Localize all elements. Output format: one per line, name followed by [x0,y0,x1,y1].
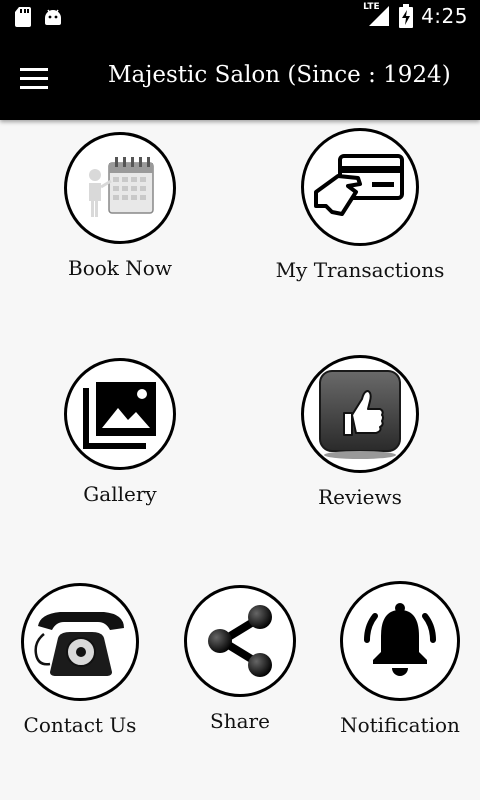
tile-label: Contact Us [23,713,137,737]
signal-icon: LTE [363,2,391,28]
tile-reviews[interactable]: Reviews [300,355,420,509]
calendar-booking-icon [64,132,176,244]
bell-icon [340,581,460,701]
app-bar: Majestic Salon (Since : 1924) [0,36,480,120]
credit-card-icon [301,128,419,246]
status-clock: 4:25 [421,4,468,28]
tile-gallery[interactable]: Gallery [60,358,180,506]
status-bar: LTE 4:25 [0,0,480,36]
tile-my-transactions[interactable]: My Transactions [270,128,450,282]
network-type: LTE [363,2,380,12]
telephone-icon [21,583,139,701]
thumbs-up-icon [301,355,419,473]
page-title: Majestic Salon (Since : 1924) [108,62,451,88]
tile-label: Book Now [68,256,172,280]
tile-share[interactable]: Share [180,585,300,733]
tile-label: Notification [340,713,460,737]
share-icon [184,585,296,697]
tile-contact-us[interactable]: Contact Us [20,583,140,737]
tile-label: My Transactions [275,258,445,282]
tile-label: Share [210,709,270,733]
gallery-icon [64,358,176,470]
tile-label: Reviews [318,485,402,509]
hamburger-menu-icon[interactable] [20,62,58,96]
tile-label: Gallery [83,482,157,506]
sd-card-icon [15,7,31,27]
battery-charging-icon [399,4,414,28]
android-icon [45,9,61,25]
tile-notification[interactable]: Notification [335,581,465,737]
tile-book-now[interactable]: Book Now [60,132,180,280]
